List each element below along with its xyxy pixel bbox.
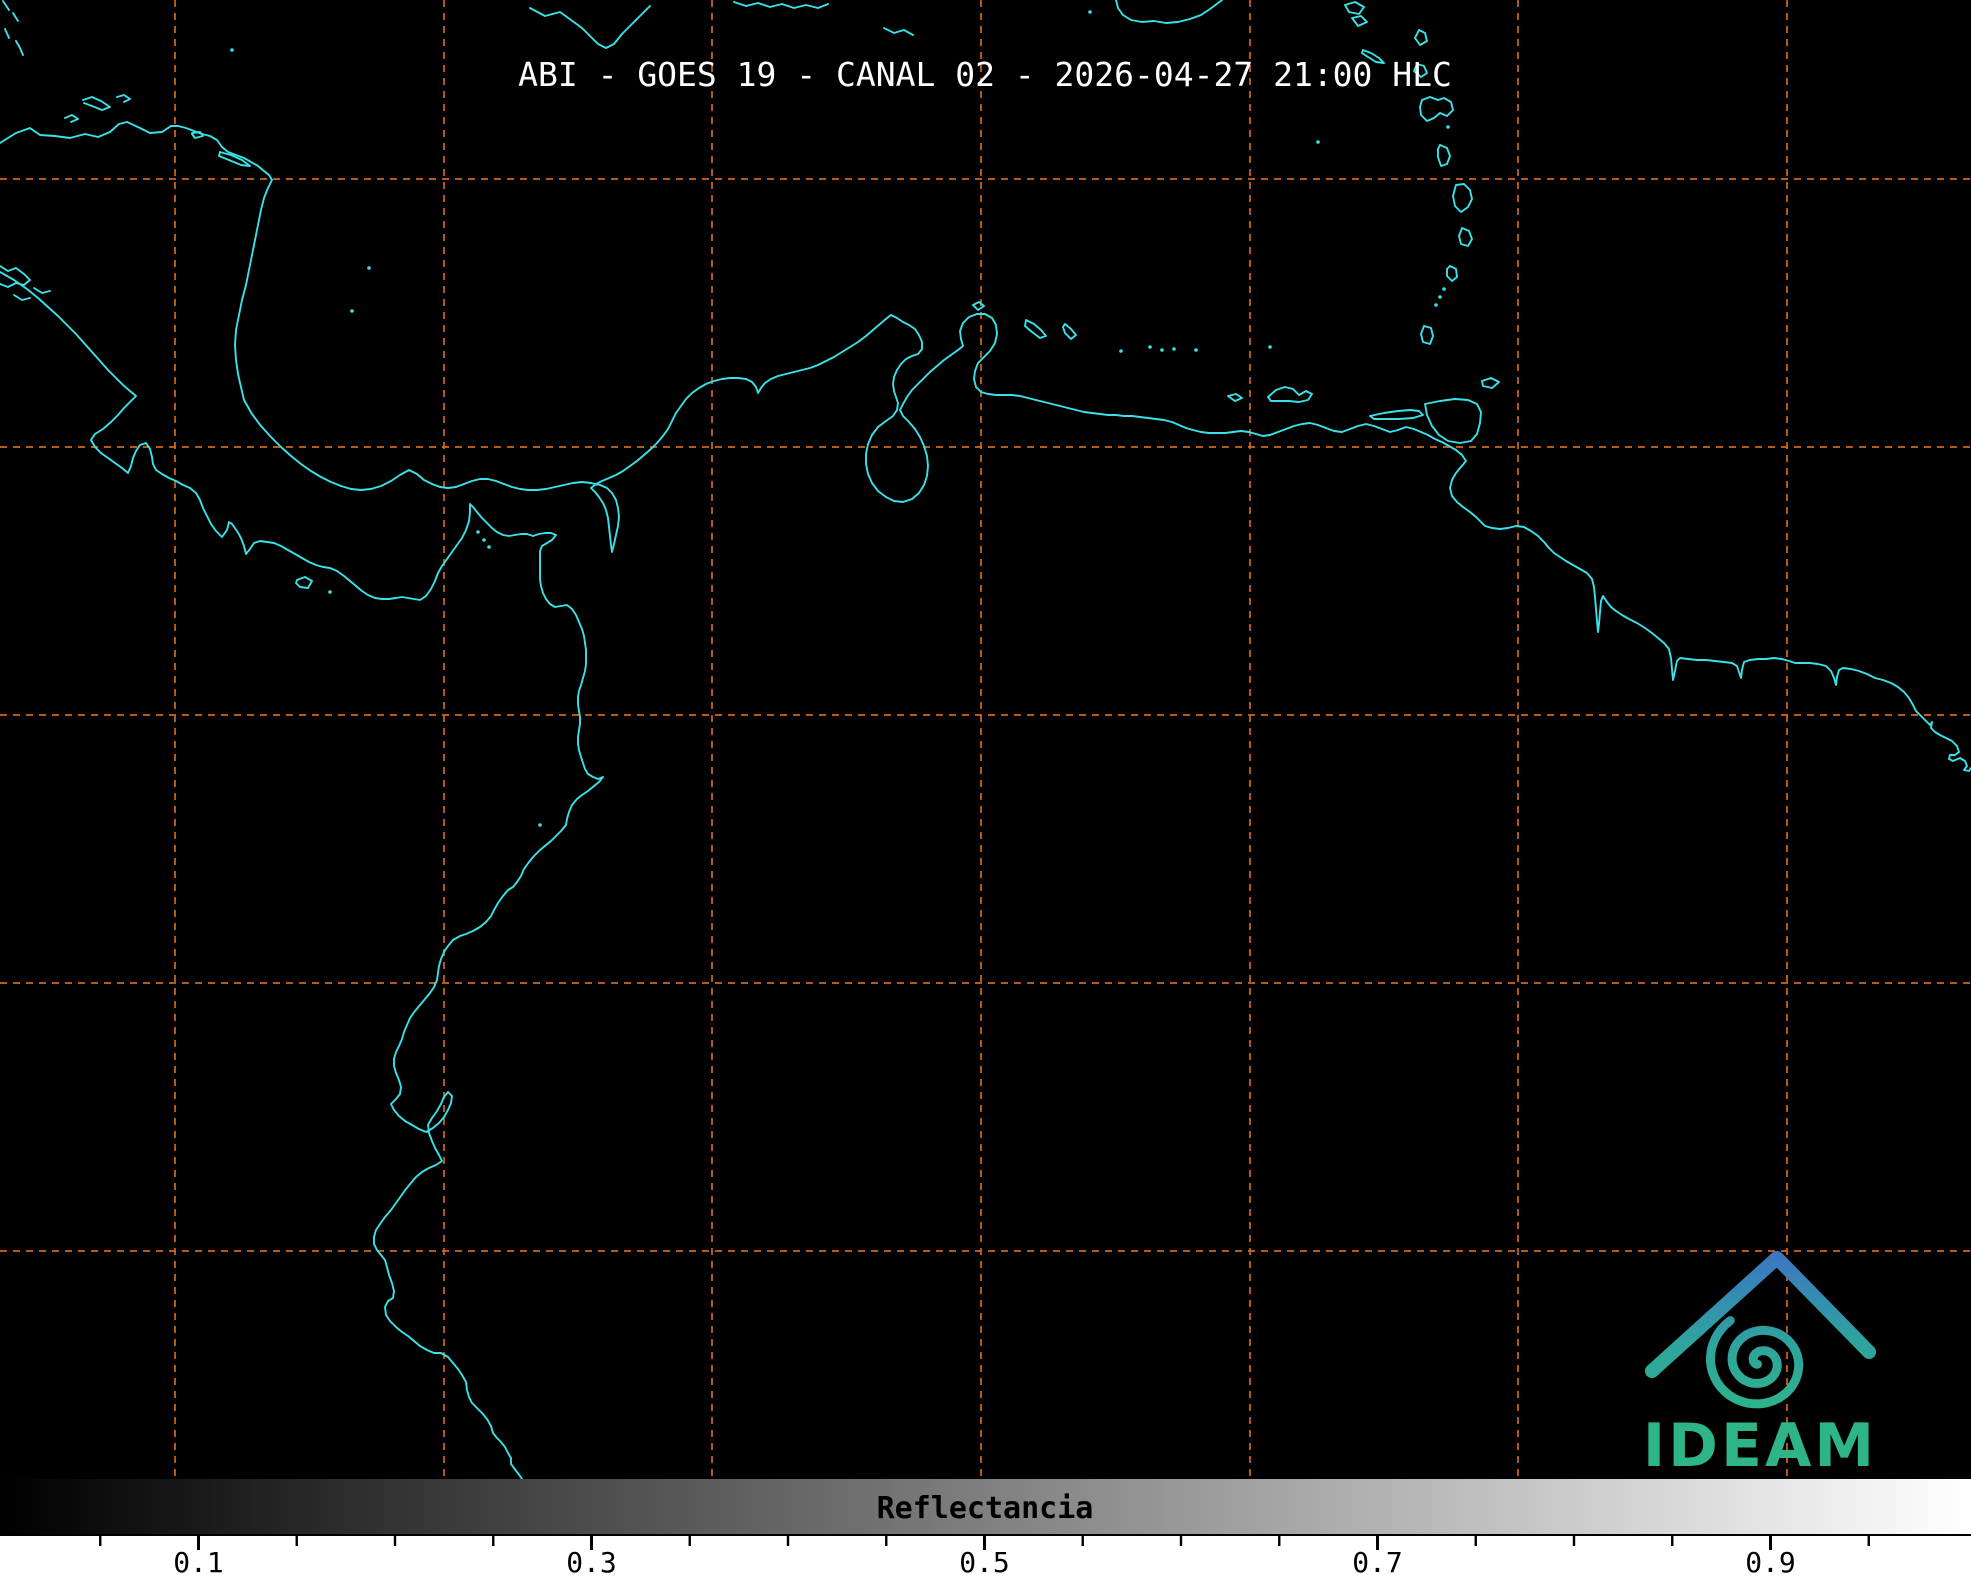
island-dot [1119,349,1123,353]
island-dot [230,48,234,52]
satellite-viewer: ABI - GOES 19 - CANAL 02 - 2026-04-27 21… [0,0,1971,1577]
image-title: ABI - GOES 19 - CANAL 02 - 2026-04-27 21… [518,55,1452,94]
map-background [0,0,1971,1479]
island-dot [1172,347,1176,351]
colorbar-tick-label: 0.9 [1745,1546,1796,1577]
island-dot [1438,295,1442,299]
island-dot [1442,287,1446,291]
colorbar-tick-label: 0.5 [959,1546,1010,1577]
colorbar-title: Reflectancia [877,1491,1094,1526]
island-dot [482,538,486,542]
island-dot [1316,140,1320,144]
island-dot [487,545,491,549]
island-dot [328,590,332,594]
island-dot [350,309,354,313]
island-dot [1194,348,1198,352]
ideam-logo-text: IDEAM [1643,1411,1877,1481]
colorbar-tick-label: 0.3 [566,1546,617,1577]
colorbar-tick-label: 0.1 [173,1546,224,1577]
island-dot [1088,10,1092,14]
island-dot [538,823,542,827]
island-dot [367,266,371,270]
island-dot [1434,303,1438,307]
island-dot [1268,345,1272,349]
island-dot [476,530,480,534]
island-dot [1446,125,1450,129]
island-dot [1148,345,1152,349]
colorbar: 0.1 0.3 0.5 0.7 0.9 Reflectancia [0,1479,1971,1577]
island-dot [1160,348,1164,352]
colorbar-tick-label: 0.7 [1352,1546,1403,1577]
goes-satellite-image: ABI - GOES 19 - CANAL 02 - 2026-04-27 21… [0,0,1971,1577]
